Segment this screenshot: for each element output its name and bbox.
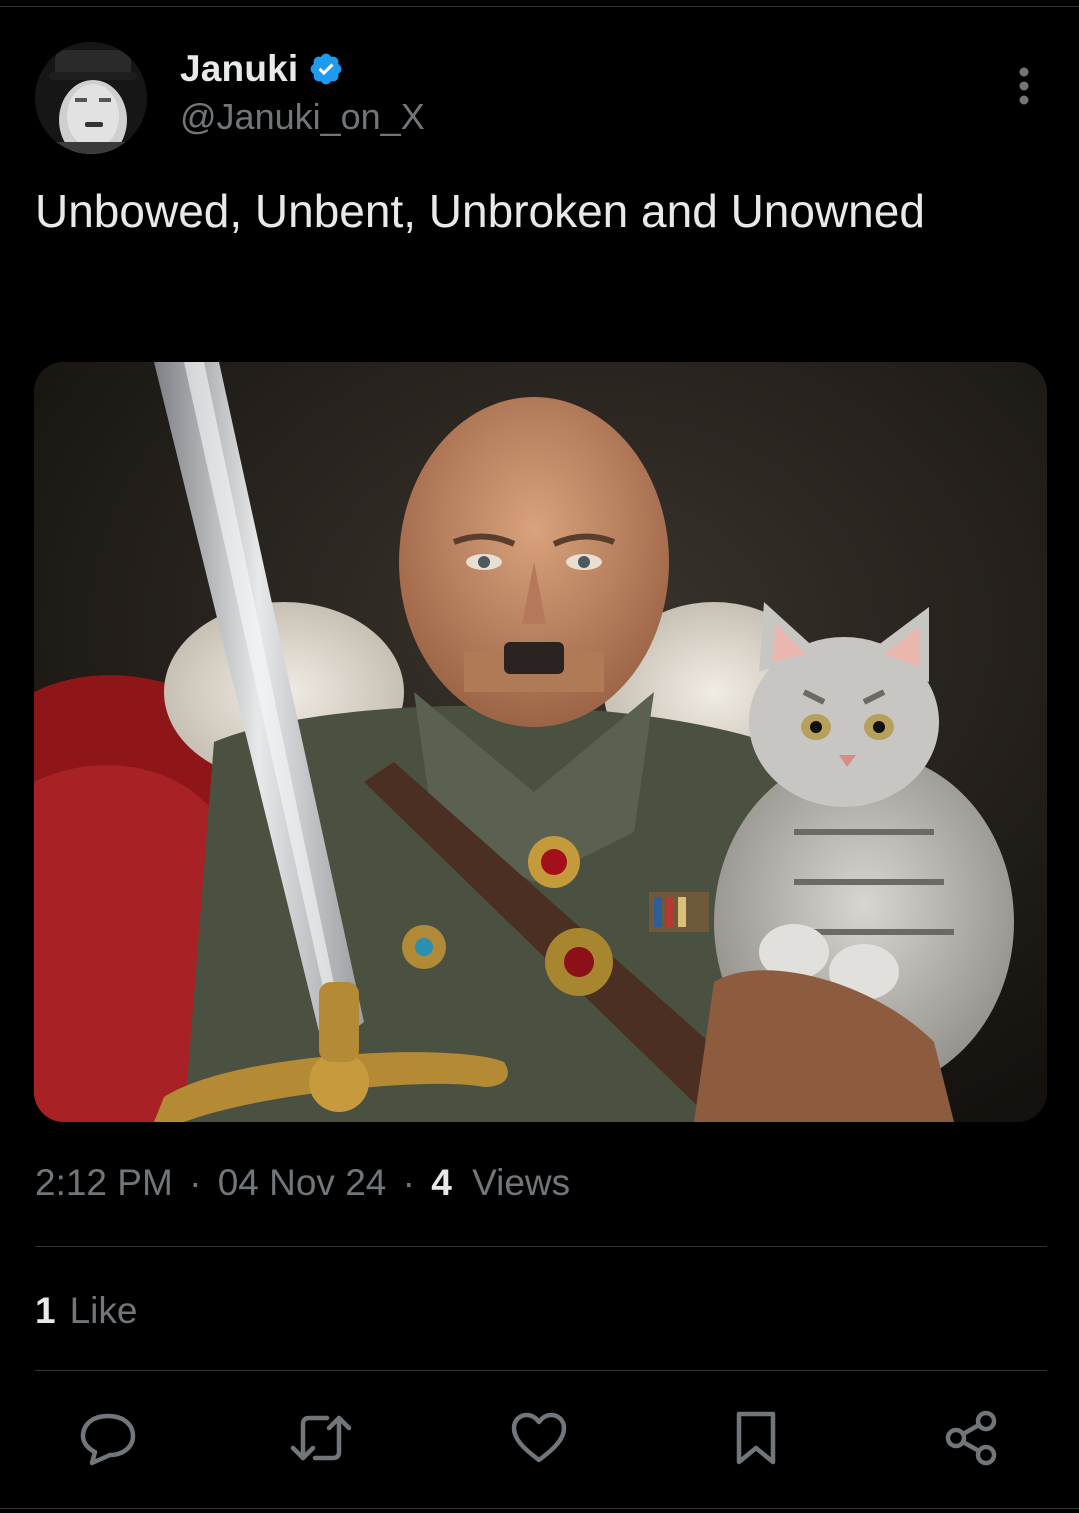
divider xyxy=(35,1370,1047,1371)
tweet-meta: 2:12 PM · 04 Nov 24 · 4 Views xyxy=(35,1162,570,1204)
heart-icon xyxy=(511,1412,567,1463)
display-name[interactable]: Januki xyxy=(180,48,298,90)
share-nodes-icon xyxy=(945,1410,997,1466)
share-button[interactable] xyxy=(938,1405,1004,1471)
bookmark-icon xyxy=(736,1411,776,1465)
like-button[interactable] xyxy=(506,1405,572,1471)
avatar-portrait-icon xyxy=(35,42,147,154)
likes-label: Like xyxy=(69,1290,138,1331)
tweet-text: Unbowed, Unbent, Unbroken and Unowned xyxy=(35,185,925,237)
ai-portrait-image-icon xyxy=(34,362,1047,1122)
tweet-date[interactable]: 04 Nov 24 xyxy=(218,1162,387,1203)
likes-count: 1 xyxy=(35,1290,56,1331)
more-options-button[interactable] xyxy=(1000,60,1048,112)
author-name-row[interactable]: Januki xyxy=(180,46,344,92)
more-vertical-icon xyxy=(1019,67,1029,105)
divider xyxy=(35,1246,1047,1247)
avatar[interactable] xyxy=(35,42,147,154)
top-divider xyxy=(0,6,1079,7)
bottom-divider xyxy=(0,1508,1079,1509)
speech-bubble-icon xyxy=(80,1413,136,1466)
bookmark-button[interactable] xyxy=(723,1405,789,1471)
views-label: Views xyxy=(472,1162,571,1203)
action-bar xyxy=(35,1405,1047,1471)
meta-separator: · xyxy=(189,1162,202,1203)
verified-badge-icon xyxy=(308,51,344,87)
meta-separator: · xyxy=(402,1162,415,1203)
repost-button[interactable] xyxy=(288,1405,354,1471)
tweet-media[interactable] xyxy=(34,362,1047,1122)
tweet-time[interactable]: 2:12 PM xyxy=(35,1162,173,1203)
likes-summary[interactable]: 1 Like xyxy=(35,1290,137,1332)
author-handle[interactable]: @Januki_on_X xyxy=(180,96,425,138)
repost-arrows-icon xyxy=(290,1415,352,1461)
views-count: 4 xyxy=(431,1162,452,1203)
reply-button[interactable] xyxy=(75,1405,141,1471)
